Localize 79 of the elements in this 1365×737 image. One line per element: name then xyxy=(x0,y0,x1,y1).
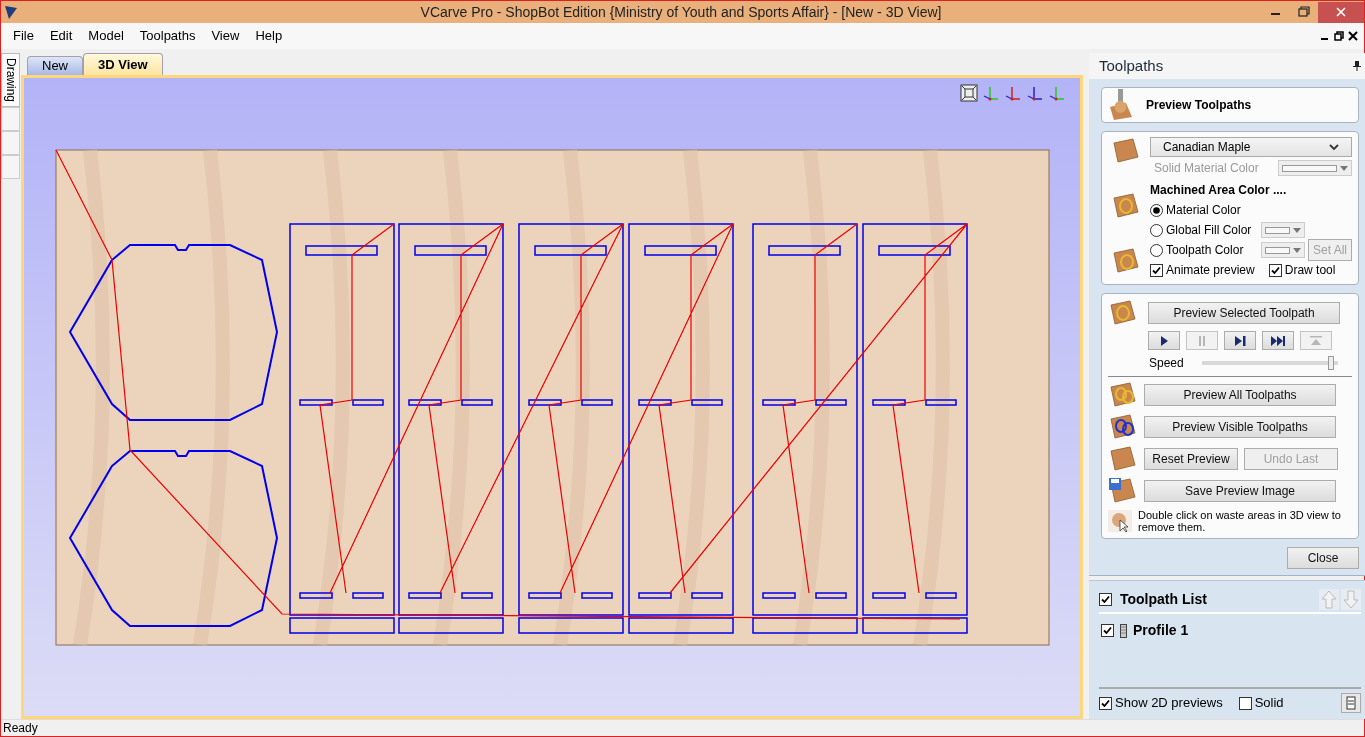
action-button[interactable]: Save Preview Image xyxy=(1144,480,1336,502)
color-swatch-dropdown[interactable] xyxy=(1261,222,1305,238)
checkbox[interactable] xyxy=(1150,263,1163,277)
color-swatch-dropdown[interactable] xyxy=(1261,242,1305,258)
checkbox-label: Show 2D previews xyxy=(1115,694,1223,713)
checkbox-label: Animate preview xyxy=(1166,262,1255,279)
section-heading: Machined Area Color .... xyxy=(1150,182,1288,199)
playback-button[interactable] xyxy=(1224,331,1256,350)
cursor-click-icon xyxy=(1108,510,1132,532)
dropdown-arrow-icon xyxy=(1340,165,1348,171)
close-icon xyxy=(1336,7,1346,17)
wood-ring-icon xyxy=(1108,299,1138,327)
pin-icon[interactable] xyxy=(1353,61,1361,71)
action-button[interactable]: Reset Preview xyxy=(1144,448,1238,470)
material-dropdown[interactable]: Canadian Maple xyxy=(1150,137,1352,157)
menu-item[interactable]: Help xyxy=(247,24,291,48)
toolpath-list-item[interactable]: Profile 1 xyxy=(1101,620,1359,641)
action-button[interactable]: Preview All Toolpaths xyxy=(1144,384,1336,406)
wood-ring-icon xyxy=(1111,247,1141,275)
panel-title: Toolpaths xyxy=(1099,55,1164,76)
menu-item[interactable]: Edit xyxy=(41,24,81,48)
item-label: Profile 1 xyxy=(1133,621,1189,640)
dropdown-arrow-icon xyxy=(1293,227,1301,233)
card-title: Preview Toolpaths xyxy=(1146,97,1252,114)
preview-selected-button[interactable]: Preview Selected Toolpath xyxy=(1148,302,1340,324)
skip-to-end-icon xyxy=(1271,333,1285,348)
slider-thumb[interactable] xyxy=(1328,356,1335,370)
slider-label: Speed xyxy=(1148,355,1185,372)
wood-block-icon xyxy=(1108,445,1138,473)
hint-text: Double click on waste areas in 3D view to remove them. xyxy=(1138,509,1342,533)
tool-icon xyxy=(1120,623,1127,638)
menu-item[interactable]: File xyxy=(5,24,42,48)
action-button[interactable]: Preview Visible Toolpaths xyxy=(1144,416,1336,438)
side-tab[interactable]: Drawing xyxy=(1,53,20,107)
dropdown-arrow-icon xyxy=(1293,247,1301,253)
checkbox[interactable] xyxy=(1268,263,1282,277)
checkbox[interactable] xyxy=(1101,624,1114,637)
close-button[interactable] xyxy=(1318,1,1364,23)
checkbox[interactable] xyxy=(1238,696,1252,710)
panel-layout-icon[interactable] xyxy=(1341,693,1361,713)
wood-rings-icon xyxy=(1108,413,1138,441)
chevron-down-icon xyxy=(1329,143,1339,151)
checkbox-label: Solid xyxy=(1254,694,1284,713)
restore-icon[interactable] xyxy=(1334,31,1344,41)
field-label: Solid Material Color xyxy=(1153,160,1259,177)
axis-view-icon[interactable] xyxy=(1004,84,1022,102)
radio-label: Global Fill Color xyxy=(1166,222,1253,239)
document-tab[interactable]: 3D View xyxy=(83,53,163,75)
radio-label: Toolpath Color xyxy=(1166,242,1245,259)
playback-button[interactable] xyxy=(1148,331,1180,350)
status-text: Ready xyxy=(3,720,38,737)
playback-button[interactable] xyxy=(1262,331,1294,350)
menu-item[interactable]: View xyxy=(203,24,248,48)
checkbox-label: Draw tool xyxy=(1284,262,1336,279)
zoom-extents-icon[interactable] xyxy=(960,84,978,102)
axis-view-icon[interactable] xyxy=(1026,84,1044,102)
close-icon[interactable] xyxy=(1348,31,1358,41)
menu-item[interactable]: Toolpaths xyxy=(131,24,204,48)
radio-button[interactable] xyxy=(1150,243,1163,257)
save-icon xyxy=(1108,477,1138,505)
list-title: Toolpath List xyxy=(1120,590,1207,609)
checkbox[interactable] xyxy=(1099,593,1112,606)
menu-item[interactable]: Model xyxy=(80,24,132,48)
radio-button[interactable] xyxy=(1150,223,1163,237)
app-logo-icon xyxy=(5,5,17,19)
axis-view-icon[interactable] xyxy=(1048,84,1066,102)
dropdown-value: Canadian Maple xyxy=(1163,139,1252,156)
radio-label: Material Color xyxy=(1166,202,1242,219)
go-to-start-icon xyxy=(1309,333,1323,348)
step-forward-icon xyxy=(1233,333,1247,348)
window-title: VCarve Pro - ShopBot Edition {Ministry of Youth and Sports Affair} - [New - 3D View] xyxy=(419,2,943,22)
wood-rings-icon xyxy=(1108,381,1138,409)
radio-button[interactable] xyxy=(1150,203,1163,217)
close-panel-button[interactable]: Close xyxy=(1287,547,1359,569)
document-tab[interactable]: New xyxy=(27,56,83,75)
color-swatch-dropdown[interactable] xyxy=(1278,160,1352,176)
wood-block-icon xyxy=(1111,137,1141,165)
wood-ring-icon xyxy=(1111,192,1141,220)
checkbox[interactable] xyxy=(1099,696,1112,710)
